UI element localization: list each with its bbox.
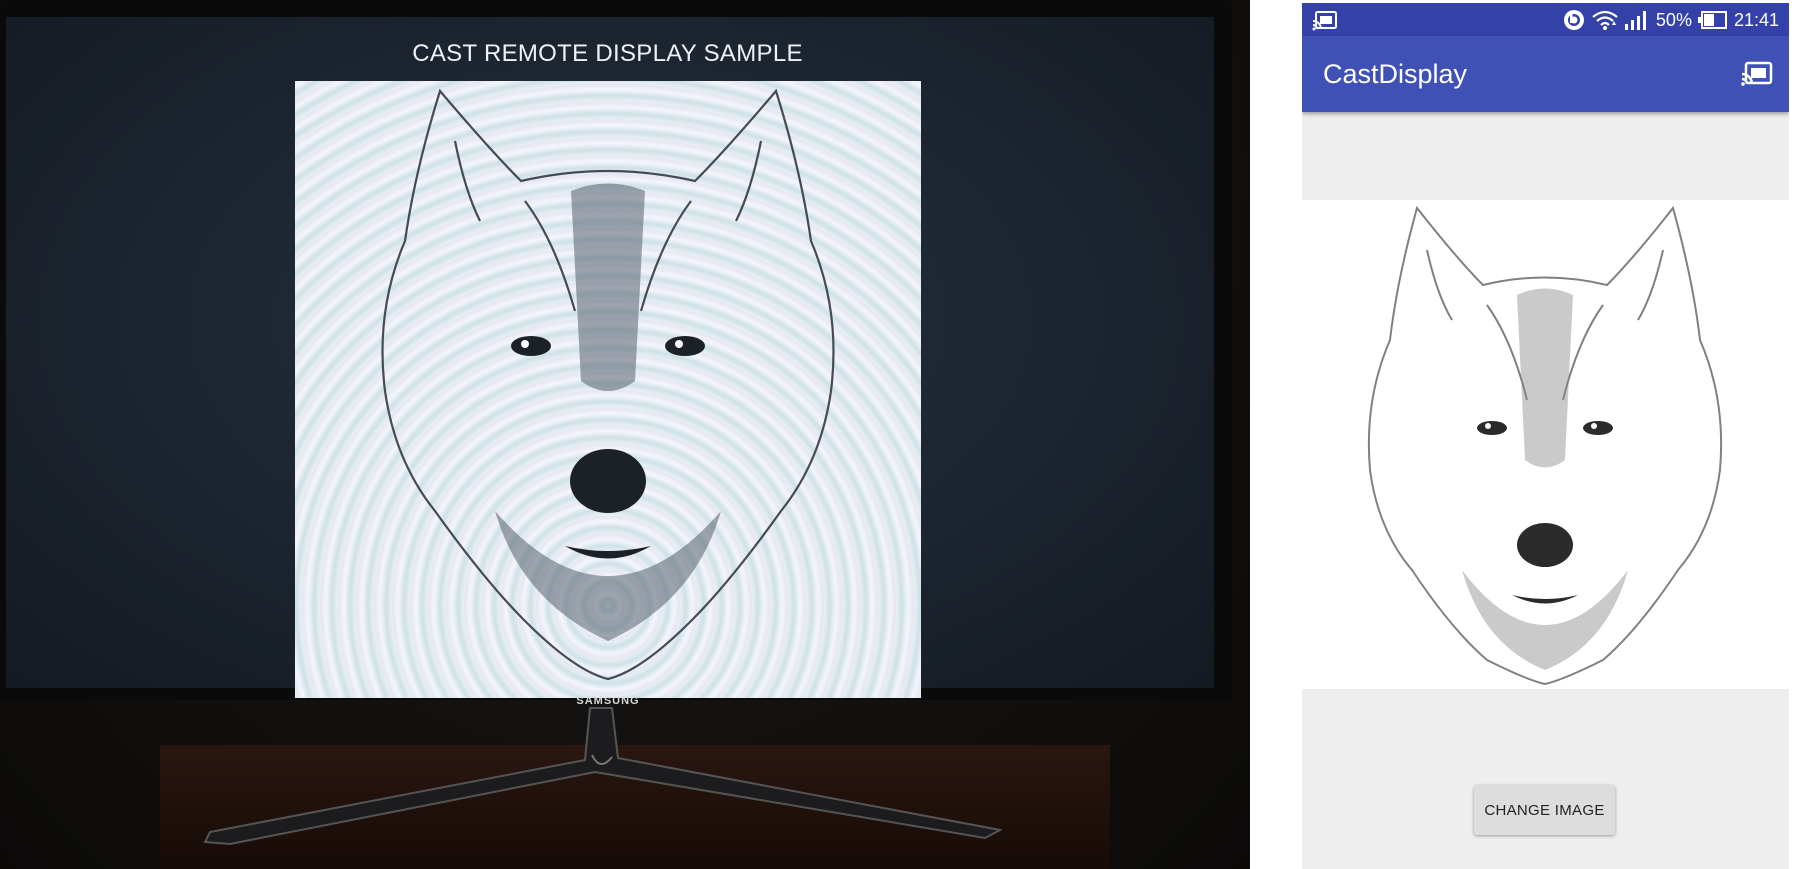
app-bar: CastDisplay bbox=[1302, 36, 1789, 112]
battery-percent: 50% bbox=[1655, 9, 1692, 30]
cast-connected-icon bbox=[1741, 61, 1773, 87]
tv-screen-title: CAST REMOTE DISPLAY SAMPLE bbox=[412, 40, 803, 67]
app-title: CastDisplay bbox=[1323, 59, 1468, 89]
change-image-button[interactable]: CHANGE IMAGE bbox=[1474, 785, 1615, 835]
status-bar: 50% 21:41 bbox=[1302, 3, 1789, 36]
cell-signal-icon bbox=[1624, 9, 1650, 31]
status-icons: 50% 21:41 bbox=[1562, 9, 1779, 31]
cast-connected-icon bbox=[1312, 11, 1338, 31]
phone-screen: 50% 21:41 CastDisplay CHANGE IMAGE bbox=[1302, 3, 1789, 869]
wifi-icon bbox=[1592, 8, 1618, 32]
tv-photo: CAST REMOTE DISPLAY SAMPLE SAMSUNG bbox=[0, 0, 1250, 869]
battery-icon bbox=[1697, 11, 1728, 29]
cast-button[interactable] bbox=[1739, 58, 1775, 90]
tv-wolf-image bbox=[295, 81, 921, 698]
tv-table bbox=[160, 745, 1110, 869]
status-time: 21:41 bbox=[1733, 9, 1779, 30]
wolf-sketch-image bbox=[1302, 200, 1789, 689]
tv-frame: CAST REMOTE DISPLAY SAMPLE SAMSUNG bbox=[0, 0, 1232, 707]
tv-brand-logo: SAMSUNG bbox=[576, 695, 640, 707]
beats-icon bbox=[1562, 8, 1586, 32]
tv-screen: CAST REMOTE DISPLAY SAMPLE bbox=[6, 17, 1214, 698]
